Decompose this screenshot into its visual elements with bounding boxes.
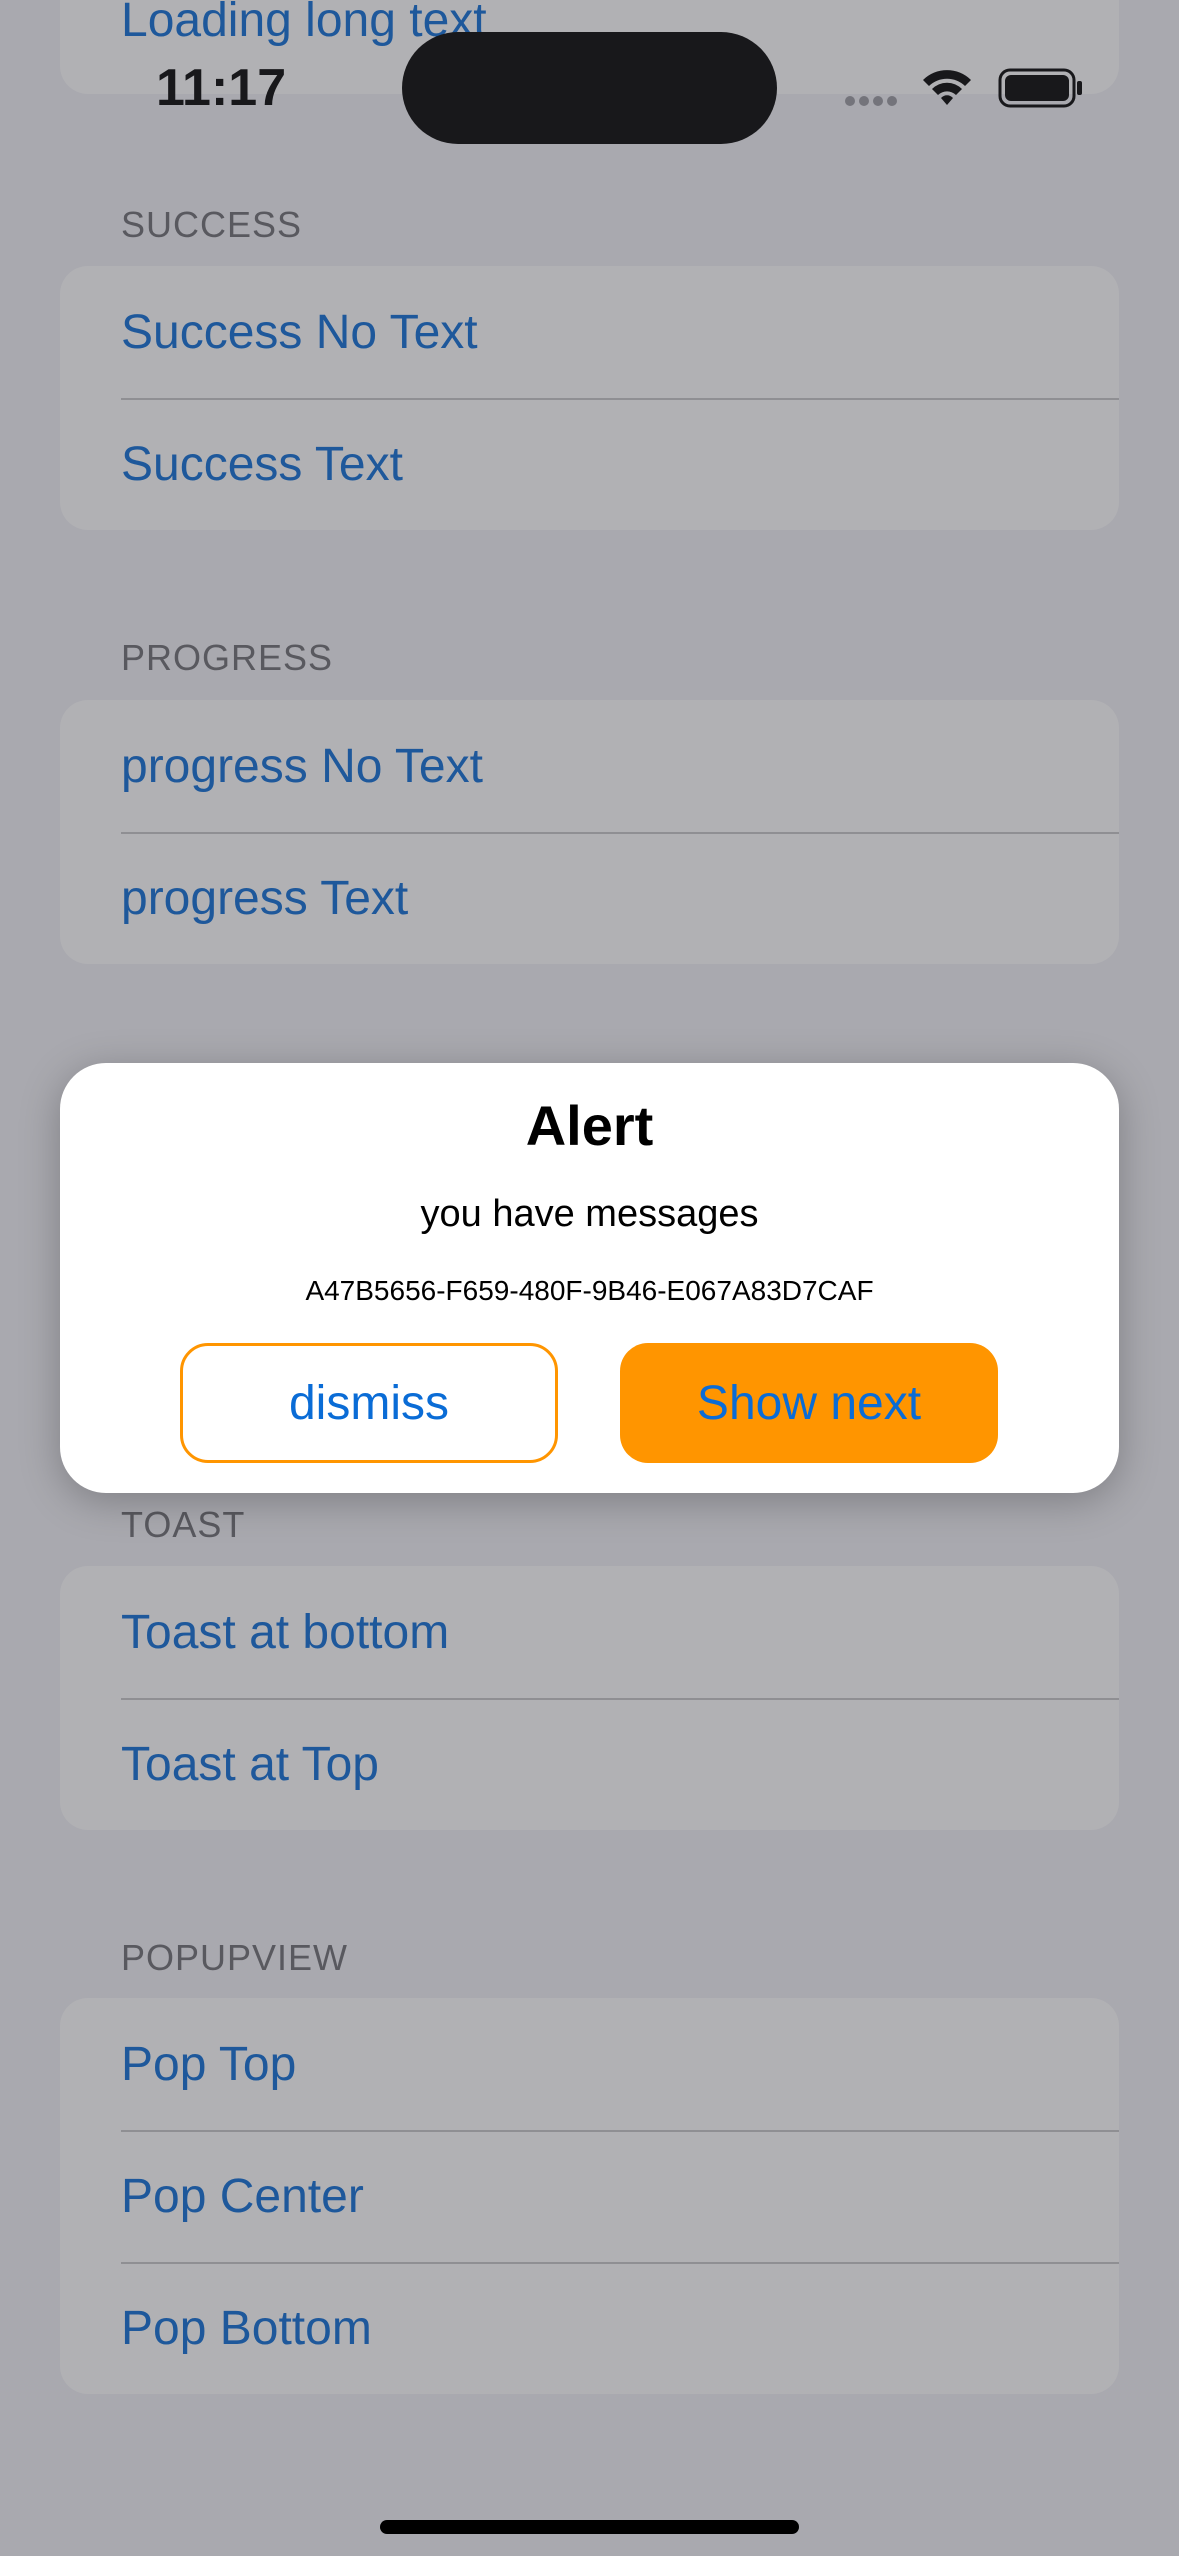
show-next-button[interactable]: Show next xyxy=(620,1343,998,1463)
dismiss-button[interactable]: dismiss xyxy=(180,1343,558,1463)
alert-identifier: A47B5656-F659-480F-9B46-E067A83D7CAF xyxy=(305,1275,874,1306)
home-indicator xyxy=(380,2520,799,2534)
alert-title: Alert xyxy=(525,1094,654,1157)
alert-dialog: Alert you have messages A47B5656-F659-48… xyxy=(60,1063,1119,1493)
alert-message: you have messages xyxy=(420,1193,759,1235)
